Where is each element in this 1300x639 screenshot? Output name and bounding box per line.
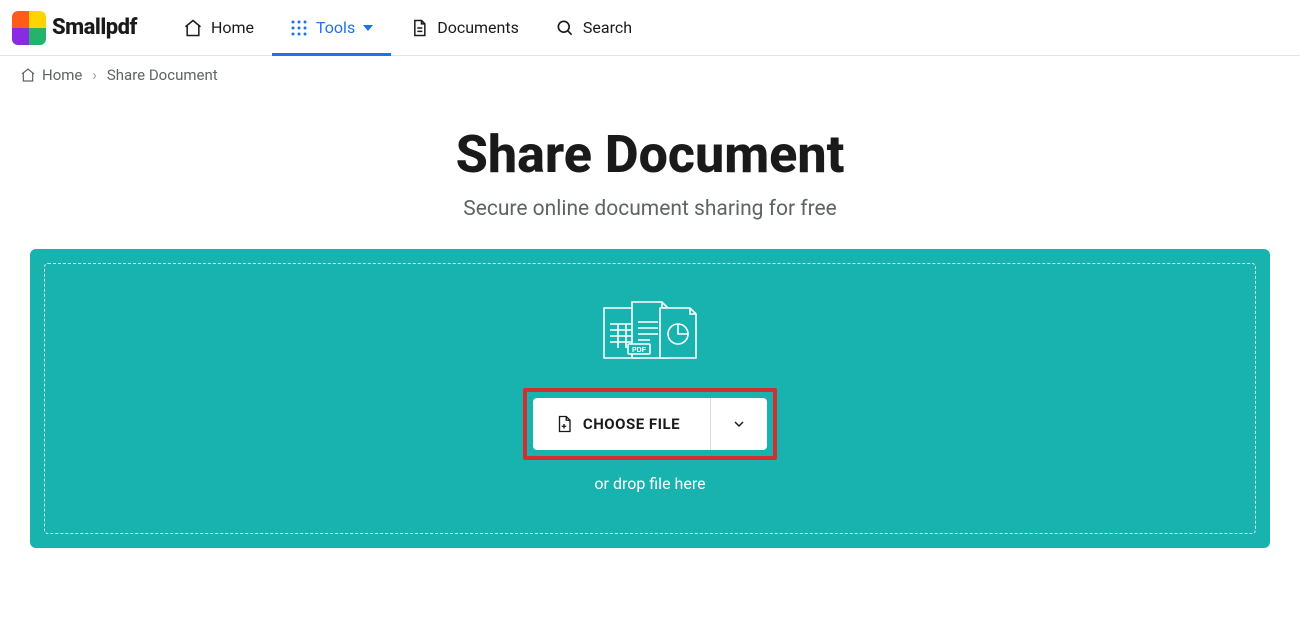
choose-file-dropdown[interactable] <box>711 398 767 450</box>
breadcrumb: Home › Share Document <box>0 56 1300 94</box>
main-nav: Home Tools Documents <box>165 0 650 55</box>
top-nav: Smallpdf Home Tools <box>0 0 1300 56</box>
breadcrumb-home-label: Home <box>42 66 82 84</box>
breadcrumb-separator: › <box>92 66 97 84</box>
grid-icon <box>290 19 308 37</box>
annotation-highlight: CHOOSE FILE <box>523 388 777 460</box>
breadcrumb-home[interactable]: Home <box>20 66 82 84</box>
nav-search-label: Search <box>583 18 632 37</box>
search-icon <box>555 18 575 38</box>
logo-icon <box>12 11 46 45</box>
dropzone[interactable]: PDF CHOOSE FILE <box>30 249 1270 548</box>
documents-icon <box>409 18 429 38</box>
file-plus-icon <box>555 414 573 434</box>
nav-documents[interactable]: Documents <box>391 0 537 55</box>
choose-file-label: CHOOSE FILE <box>583 415 680 433</box>
choose-file-button[interactable]: CHOOSE FILE <box>533 398 710 450</box>
main-content: Share Document Secure online document sh… <box>0 94 1300 588</box>
drop-hint: or drop file here <box>594 474 705 493</box>
brand-name: Smallpdf <box>52 15 137 40</box>
nav-home[interactable]: Home <box>165 0 272 55</box>
nav-tools[interactable]: Tools <box>272 0 391 55</box>
page-subtitle: Secure online document sharing for free <box>20 197 1280 221</box>
nav-search[interactable]: Search <box>537 0 650 55</box>
files-illustration-icon: PDF <box>598 300 702 370</box>
chevron-down-icon <box>731 416 747 432</box>
svg-text:PDF: PDF <box>632 347 647 354</box>
brand-logo[interactable]: Smallpdf <box>12 11 137 45</box>
choose-file-group: CHOOSE FILE <box>533 398 767 450</box>
nav-home-label: Home <box>211 18 254 37</box>
nav-tools-label: Tools <box>316 18 355 37</box>
home-icon <box>20 67 36 83</box>
home-icon <box>183 18 203 38</box>
dropzone-inner: PDF CHOOSE FILE <box>44 263 1256 534</box>
breadcrumb-current: Share Document <box>107 66 218 84</box>
nav-documents-label: Documents <box>437 18 519 37</box>
page-title: Share Document <box>20 124 1280 185</box>
caret-down-icon <box>363 25 373 31</box>
